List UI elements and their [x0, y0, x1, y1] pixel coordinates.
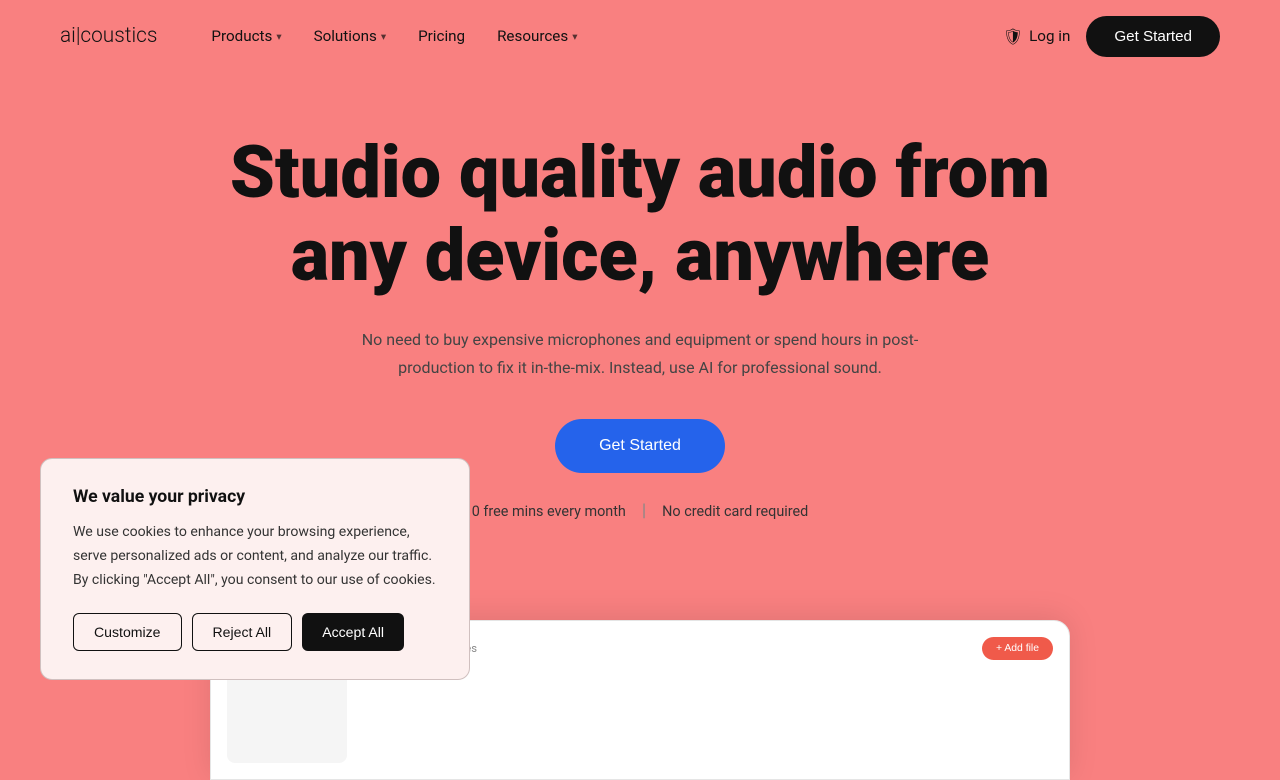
- hero-heading-line1: Studio quality audio from: [230, 130, 1050, 215]
- cookie-buttons: Customize Reject All Accept All: [73, 613, 437, 651]
- shield-icon: 🛡: [1003, 27, 1023, 46]
- hero-subtext: No need to buy expensive microphones and…: [330, 326, 950, 384]
- hero-heading-line2: any device, anywhere: [291, 213, 990, 298]
- nav-products[interactable]: Products ▾: [197, 19, 295, 53]
- login-button[interactable]: 🛡 Log in: [1003, 27, 1071, 46]
- cookie-title: We value your privacy: [73, 487, 437, 507]
- login-label: Log in: [1029, 27, 1070, 45]
- hero-meta: 0 free mins every month | No credit card…: [472, 501, 809, 521]
- nav-right: 🛡 Log in Get Started: [1003, 16, 1220, 57]
- nav-resources[interactable]: Resources ▾: [483, 19, 591, 53]
- hero-no-card: No credit card required: [662, 503, 808, 520]
- cookie-banner: We value your privacy We use cookies to …: [40, 458, 470, 680]
- add-file-button[interactable]: + Add file: [982, 637, 1053, 660]
- nav-get-started-button[interactable]: Get Started: [1086, 16, 1220, 57]
- nav-pricing[interactable]: Pricing: [404, 19, 479, 53]
- hero-section: Studio quality audio from any device, an…: [0, 72, 1280, 521]
- nav-pricing-label: Pricing: [418, 27, 465, 45]
- navbar: ai|coustics Products ▾ Solutions ▾ Prici…: [0, 0, 1280, 72]
- nav-links: Products ▾ Solutions ▾ Pricing Resources…: [197, 19, 1002, 53]
- cookie-customize-button[interactable]: Customize: [73, 613, 182, 651]
- cookie-text: We use cookies to enhance your browsing …: [73, 521, 437, 593]
- cookie-reject-button[interactable]: Reject All: [192, 613, 293, 651]
- hero-heading: Studio quality audio from any device, an…: [230, 132, 1050, 298]
- meta-divider: |: [642, 501, 646, 521]
- hero-free-mins: 0 free mins every month: [472, 503, 626, 520]
- logo-text: ai|coustics: [60, 24, 157, 48]
- hero-get-started-button[interactable]: Get Started: [555, 419, 725, 473]
- chevron-down-icon: ▾: [572, 30, 577, 43]
- chevron-down-icon: ▾: [276, 30, 281, 43]
- nav-solutions[interactable]: Solutions ▾: [300, 19, 401, 53]
- cookie-accept-button[interactable]: Accept All: [302, 613, 404, 651]
- nav-solutions-label: Solutions: [314, 27, 377, 45]
- nav-products-label: Products: [211, 27, 272, 45]
- nav-resources-label: Resources: [497, 27, 568, 45]
- chevron-down-icon: ▾: [381, 30, 386, 43]
- brand-logo[interactable]: ai|coustics: [60, 24, 157, 48]
